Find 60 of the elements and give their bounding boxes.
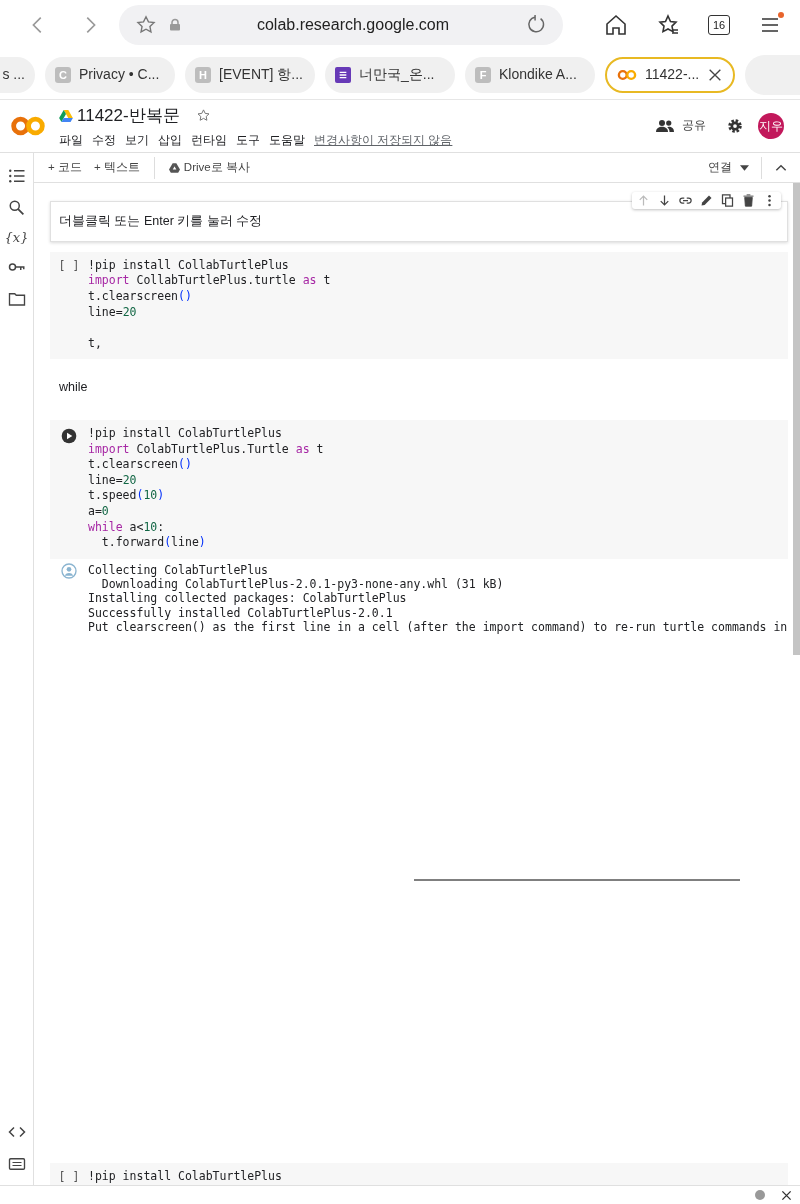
share-button[interactable]: 공유 — [650, 115, 712, 137]
code-line: t, — [88, 335, 103, 352]
cell-prompt: [ ] — [58, 258, 80, 273]
copy-to-drive-button[interactable]: Drive로 복사 — [162, 156, 256, 179]
code-line: import CollabTurtlePlus.turtle as t — [88, 273, 331, 289]
tab-title: 너만국_온... — [359, 65, 435, 84]
output-text: Installing collected packages: ColabTurtlePlus — [88, 591, 408, 606]
browser-tab[interactable]: 너만국_온... — [325, 56, 455, 93]
browser-tab[interactable]: F Klondike A... — [465, 56, 595, 93]
code-line: a=0 — [88, 504, 110, 520]
add-code-button[interactable]: + 코드 — [42, 156, 88, 179]
menu-item[interactable]: 도구 — [236, 131, 260, 149]
code-line: t.clearscreen() — [88, 457, 193, 473]
browser-tab[interactable]: s ... — [0, 56, 35, 93]
browser-tab[interactable]: 11422-... — [605, 56, 736, 93]
tab-title: Klondike A... — [499, 65, 577, 84]
save-status-link[interactable]: 변경사항이 저장되지 않음 — [314, 131, 453, 149]
code-line: !pip install ColabTurtlePlus — [88, 426, 283, 442]
menu-item[interactable]: 파일 — [59, 131, 83, 149]
menu-item[interactable]: 도움말 — [269, 131, 305, 149]
menu-item[interactable]: 런타임 — [191, 131, 227, 149]
tab-title: Privacy • C... — [79, 65, 160, 84]
tab-title: 11422-... — [645, 65, 700, 84]
output-text: Successfully installed ColabTurtlePlus-2.0.1 — [88, 605, 394, 620]
markdown-text: 더블클릭 또는 Enter 키를 눌러 수정 — [59, 214, 263, 228]
tab-favicon: F — [475, 66, 491, 83]
code-line: line=20 — [88, 472, 138, 489]
url-text: colab.research.google.com — [255, 15, 451, 35]
tab-title: [EVENT] 항... — [219, 65, 303, 84]
tab-title: s ... — [2, 65, 25, 84]
add-text-button[interactable]: + 텍스트 — [87, 156, 146, 179]
user-avatar[interactable]: 지우 — [758, 113, 784, 139]
code-line: import ColabTurtlePlus.Turtle as t — [88, 441, 324, 458]
code-line: t.clearscreen() — [88, 288, 193, 305]
code-line: t.forward(line) — [100, 535, 207, 551]
code-cell[interactable]: [ ] !pip install ColabTurtlePlus — [50, 1163, 788, 1185]
output-text: Put clearscreen() as the first line in a cell (after the import command) to re-run turtle commands in — [88, 620, 788, 635]
variables-button[interactable]: {x} — [4, 231, 29, 244]
code-line: t.speed(10) — [88, 488, 166, 505]
menu-item[interactable]: 삽입 — [158, 131, 182, 149]
markdown-text: while — [59, 380, 88, 395]
code-cell[interactable]: [ ] !pip install CollabTurtlePlus import CollabTurtlePlus.turtle as t t.clearscreen() line=20 t, — [50, 251, 788, 360]
code-cell[interactable]: !pip install ColabTurtlePlus import ColabTurtlePlus.Turtle as t t.clearscreen() line=20 t.speed(10) a=0 while a<10: t.forward(line) — [50, 420, 788, 559]
tab-favicon: C — [55, 66, 71, 83]
code-line: line=20 — [88, 304, 138, 321]
connect-button[interactable]: 연결 — [702, 156, 755, 179]
browser-tab[interactable]: H [EVENT] 항... — [185, 56, 315, 93]
code-line: !pip install CollabTurtlePlus — [88, 257, 290, 274]
menu-item[interactable]: 보기 — [125, 131, 149, 149]
address-bar[interactable]: colab.research.google.com — [119, 5, 563, 45]
output-text: Collecting ColabTurtlePlus — [88, 562, 269, 578]
notebook-title[interactable]: 11422-반복문 — [77, 103, 180, 129]
output-text: Downloading ColabTurtlePlus-2.0.1-py3-none-any.whl (31 kB) — [100, 577, 505, 592]
cell-prompt: [ ] — [58, 1170, 80, 1185]
menu-item[interactable]: 수정 — [92, 131, 116, 149]
code-line: !pip install ColabTurtlePlus — [88, 1169, 282, 1185]
tabs-counter[interactable]: 16 — [708, 15, 730, 35]
tab-favicon: H — [195, 66, 211, 83]
browser-tab[interactable]: C Privacy • C... — [45, 56, 175, 93]
code-line: while a<10: — [88, 519, 166, 536]
